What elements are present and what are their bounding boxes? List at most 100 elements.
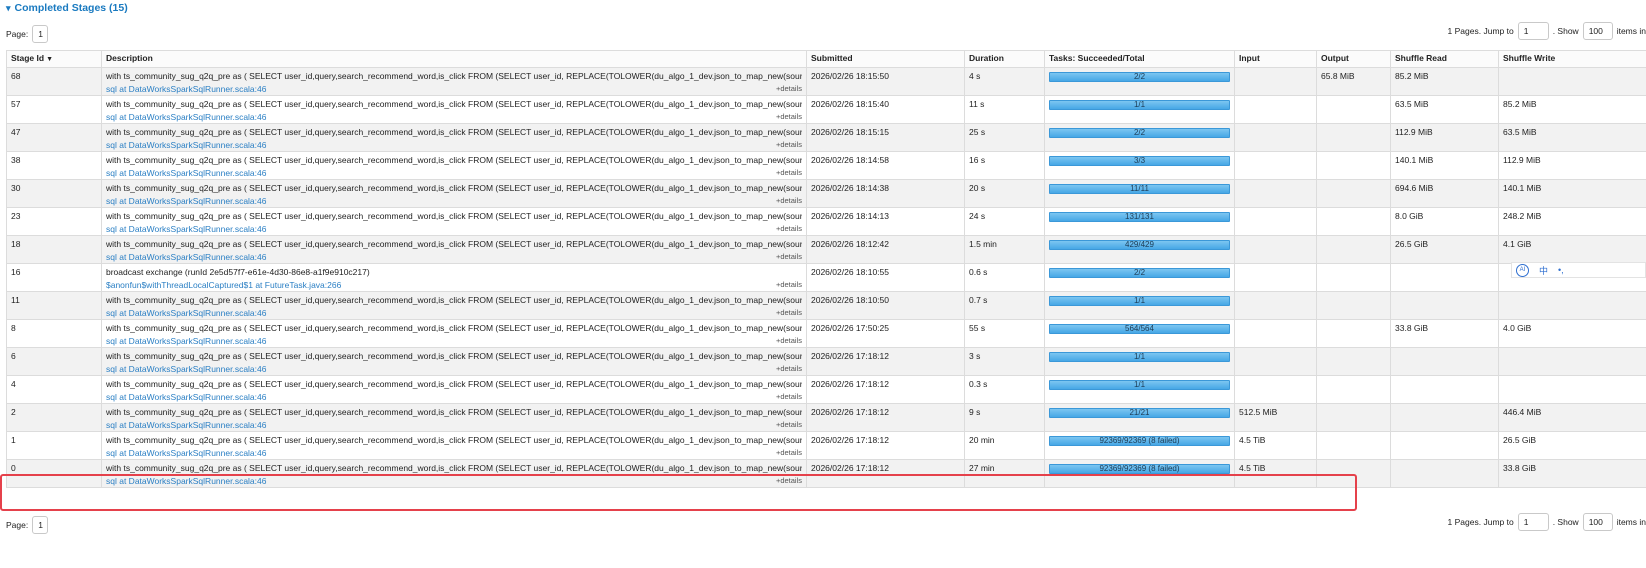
output-cell [1316, 403, 1391, 432]
stage-call-site-link[interactable]: sql at DataWorksSparkSqlRunner.scala:46 [106, 112, 802, 122]
show-label: . Show [1552, 26, 1579, 36]
stage-call-site-link[interactable]: $anonfun$withThreadLocalCaptured$1 at Fu… [106, 280, 802, 290]
ai-assistant-icon[interactable]: AI [1516, 263, 1529, 277]
stage-call-site-link[interactable]: sql at DataWorksSparkSqlRunner.scala:46 [106, 336, 802, 346]
stage-description: with ts_community_sug_q2q_pre as ( SELEC… [106, 435, 802, 445]
output-cell [1316, 179, 1391, 208]
description-cell: with ts_community_sug_q2q_pre as ( SELEC… [101, 67, 807, 96]
details-toggle[interactable]: +details [776, 364, 802, 373]
collapse-caret-icon[interactable]: ▾ [6, 3, 11, 13]
details-toggle[interactable]: +details [776, 280, 802, 289]
col-header-shuffle-write[interactable]: Shuffle Write [1498, 50, 1646, 68]
stage-description: with ts_community_sug_q2q_pre as ( SELEC… [106, 351, 802, 361]
stage-call-site-link[interactable]: sql at DataWorksSparkSqlRunner.scala:46 [106, 448, 802, 458]
description-cell: broadcast exchange (runId 2e5d57f7-e61e-… [101, 263, 807, 292]
sort-desc-icon: ▼ [46, 56, 53, 63]
tasks-cell: 1/1 [1044, 375, 1235, 404]
stage-call-site-link[interactable]: sql at DataWorksSparkSqlRunner.scala:46 [106, 364, 802, 374]
output-cell [1316, 375, 1391, 404]
stage-call-site-link[interactable]: sql at DataWorksSparkSqlRunner.scala:46 [106, 392, 802, 402]
stage-call-site-link[interactable]: sql at DataWorksSparkSqlRunner.scala:46 [106, 196, 802, 206]
tasks-cell: 92369/92369 (8 failed) [1044, 431, 1235, 460]
output-cell [1316, 95, 1391, 124]
tasks-cell: 3/3 [1044, 151, 1235, 180]
completed-stages-title[interactable]: ▾ Completed Stages (15) [6, 2, 128, 14]
stage-call-site-link[interactable]: sql at DataWorksSparkSqlRunner.scala:46 [106, 84, 802, 94]
page-size-input[interactable]: 100 [1582, 22, 1613, 40]
details-toggle[interactable]: +details [776, 420, 802, 429]
input-cell [1234, 179, 1317, 208]
col-header-shuffle-read[interactable]: Shuffle Read [1390, 50, 1499, 68]
submitted-cell: 2026/02/26 18:10:55 [806, 263, 965, 292]
shuffle-read-cell: 694.6 MiB [1390, 179, 1499, 208]
input-cell [1234, 319, 1317, 348]
tasks-cell: 2/2 [1044, 123, 1235, 152]
details-toggle[interactable]: +details [776, 476, 802, 485]
details-toggle[interactable]: +details [776, 196, 802, 205]
completed-stages-table: Stage Id ▼ Description Submitted Duration… [6, 50, 1646, 488]
output-cell [1316, 151, 1391, 180]
translate-zh-icon[interactable]: 中 [1539, 264, 1548, 277]
pager-bottom: Page: 1 1 Pages. Jump to 1 . Show 100 it… [0, 512, 1646, 534]
details-toggle[interactable]: +details [776, 224, 802, 233]
tasks-progress-bar: 1/1 [1049, 380, 1230, 390]
details-toggle[interactable]: +details [776, 392, 802, 401]
col-header-output[interactable]: Output [1316, 50, 1391, 68]
shuffle-read-cell: 112.9 MiB [1390, 123, 1499, 152]
table-row: 2 with ts_community_sug_q2q_pre as ( SELE… [6, 403, 1646, 432]
tasks-progress-bar: 2/2 [1049, 128, 1230, 138]
stage-call-site-link[interactable]: sql at DataWorksSparkSqlRunner.scala:46 [106, 224, 802, 234]
stage-call-site-link[interactable]: sql at DataWorksSparkSqlRunner.scala:46 [106, 140, 802, 150]
page-link[interactable]: 1 [32, 25, 49, 43]
details-toggle[interactable]: +details [776, 140, 802, 149]
details-toggle[interactable]: +details [776, 168, 802, 177]
details-toggle[interactable]: +details [776, 308, 802, 317]
stage-description: with ts_community_sug_q2q_pre as ( SELEC… [106, 407, 802, 417]
duration-cell: 0.6 s [964, 263, 1045, 292]
table-row: 16 broadcast exchange (runId 2e5d57f7-e61… [6, 263, 1646, 292]
output-cell [1316, 347, 1391, 376]
details-toggle[interactable]: +details [776, 112, 802, 121]
table-row: 68 with ts_community_sug_q2q_pre as ( SEL… [6, 67, 1646, 96]
duration-cell: 9 s [964, 403, 1045, 432]
jump-to-page-input[interactable]: 1 [1517, 22, 1549, 40]
stage-call-site-link[interactable]: sql at DataWorksSparkSqlRunner.scala:46 [106, 252, 802, 262]
shuffle-read-cell [1390, 375, 1499, 404]
description-cell: with ts_community_sug_q2q_pre as ( SELEC… [101, 347, 807, 376]
submitted-cell: 2026/02/26 17:18:12 [806, 459, 965, 488]
details-toggle[interactable]: +details [776, 252, 802, 261]
page-size-input[interactable]: 100 [1582, 513, 1613, 531]
col-header-input[interactable]: Input [1234, 50, 1317, 68]
details-toggle[interactable]: +details [776, 336, 802, 345]
stage-call-site-link[interactable]: sql at DataWorksSparkSqlRunner.scala:46 [106, 308, 802, 318]
details-toggle[interactable]: +details [776, 84, 802, 93]
shuffle-write-cell: 4.1 GiB [1498, 235, 1646, 264]
col-header-duration[interactable]: Duration [964, 50, 1045, 68]
stage-call-site-link[interactable]: sql at DataWorksSparkSqlRunner.scala:46 [106, 476, 802, 486]
submitted-cell: 2026/02/26 17:18:12 [806, 375, 965, 404]
duration-cell: 0.7 s [964, 291, 1045, 320]
pages-text: 1 Pages. Jump to [1447, 517, 1514, 527]
stage-description: broadcast exchange (runId 2e5d57f7-e61e-… [106, 267, 370, 277]
stage-id-cell: 23 [6, 207, 102, 236]
jump-to-page-input[interactable]: 1 [1517, 513, 1549, 531]
stage-call-site-link[interactable]: sql at DataWorksSparkSqlRunner.scala:46 [106, 420, 802, 430]
col-header-tasks[interactable]: Tasks: Succeeded/Total [1044, 50, 1235, 68]
more-icon[interactable]: •, [1558, 265, 1564, 275]
col-header-description[interactable]: Description [101, 50, 807, 68]
input-cell [1234, 123, 1317, 152]
stage-description: with ts_community_sug_q2q_pre as ( SELEC… [106, 71, 802, 81]
output-cell [1316, 123, 1391, 152]
input-cell [1234, 151, 1317, 180]
details-toggle[interactable]: +details [776, 448, 802, 457]
page-link[interactable]: 1 [32, 516, 49, 534]
duration-cell: 20 min [964, 431, 1045, 460]
floating-toolbar: AI 中 •, [1511, 262, 1646, 278]
stage-call-site-link[interactable]: sql at DataWorksSparkSqlRunner.scala:46 [106, 168, 802, 178]
page-label: Page: [6, 29, 29, 39]
tasks-progress-bar: 21/21 [1049, 408, 1230, 418]
col-header-stage-id[interactable]: Stage Id ▼ [6, 50, 102, 68]
description-cell: with ts_community_sug_q2q_pre as ( SELEC… [101, 403, 807, 432]
col-header-submitted[interactable]: Submitted [806, 50, 965, 68]
tasks-cell: 1/1 [1044, 347, 1235, 376]
